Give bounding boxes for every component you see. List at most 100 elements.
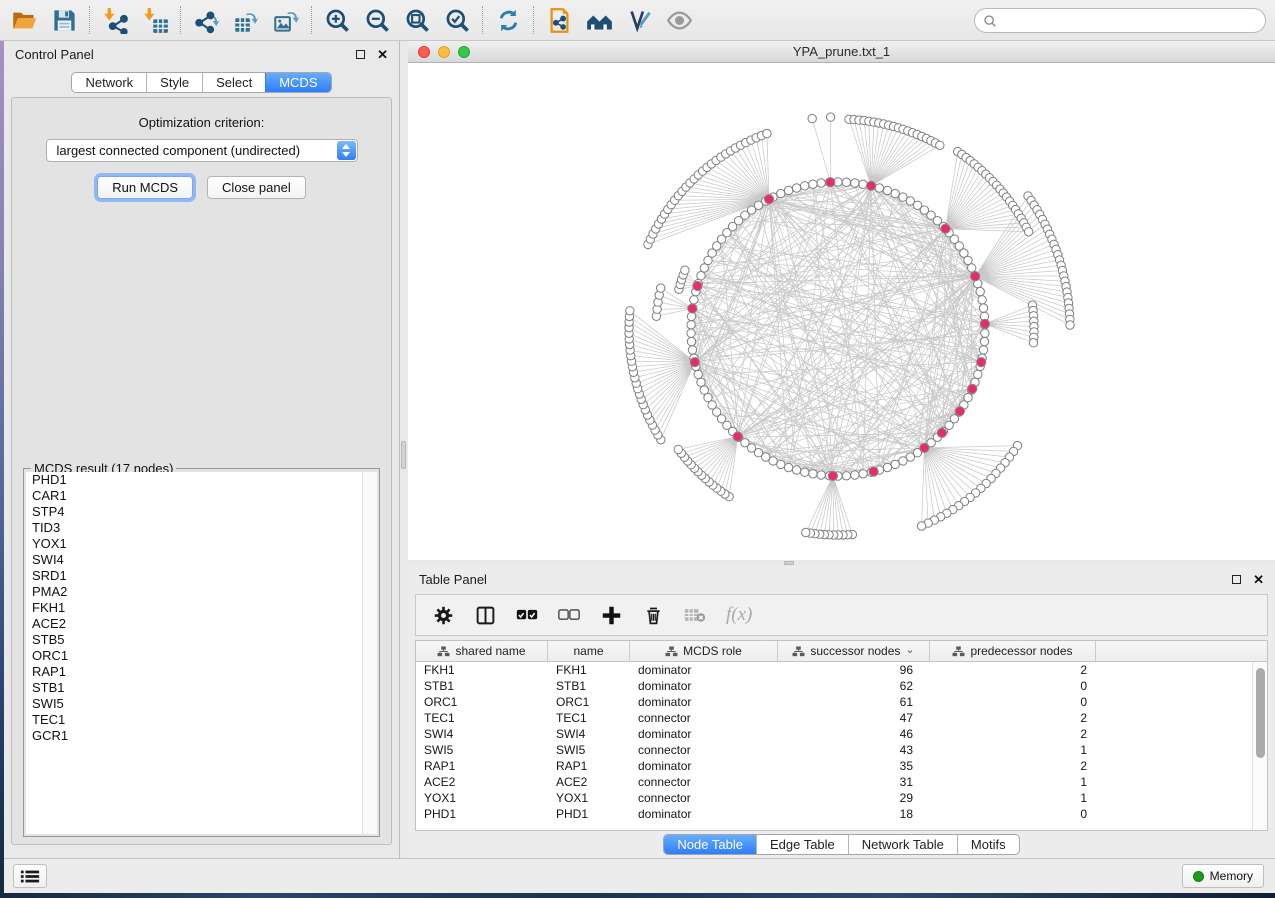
export-network-button[interactable]	[186, 3, 226, 37]
mcds-result-item[interactable]: SRD1	[26, 568, 362, 584]
network-hub-node[interactable]	[977, 358, 986, 367]
import-table-button[interactable]	[135, 3, 175, 37]
network-node[interactable]	[792, 466, 800, 474]
network-hub-node[interactable]	[826, 178, 835, 187]
mcds-result-item[interactable]: STP4	[26, 504, 362, 520]
network-node[interactable]	[979, 304, 987, 312]
float-panel-icon[interactable]	[356, 50, 365, 59]
import-network-button[interactable]	[95, 3, 135, 37]
mcds-result-item[interactable]: TEC1	[26, 712, 362, 728]
network-leaf-node[interactable]	[674, 445, 682, 453]
run-mcds-button[interactable]: Run MCDS	[97, 176, 193, 199]
mcds-result-item[interactable]: RAP1	[26, 664, 362, 680]
network-node[interactable]	[851, 179, 859, 187]
network-node[interactable]	[899, 457, 907, 465]
export-table-button[interactable]	[226, 3, 266, 37]
mcds-result-item[interactable]: GCR1	[26, 728, 362, 744]
open-file-button[interactable]	[4, 3, 44, 37]
network-node[interactable]	[859, 470, 867, 478]
network-node[interactable]	[883, 463, 891, 471]
network-node[interactable]	[851, 471, 859, 479]
network-hub-node[interactable]	[937, 428, 946, 437]
network-node[interactable]	[784, 463, 792, 471]
table-scrollbar[interactable]	[1252, 662, 1267, 830]
mcds-result-item[interactable]: YOX1	[26, 536, 362, 552]
network-leaf-node[interactable]	[936, 141, 944, 149]
mcds-result-item[interactable]: STB5	[26, 632, 362, 648]
vertical-splitter[interactable]	[400, 41, 408, 858]
table-tab-network-table[interactable]: Network Table	[848, 835, 957, 854]
table-row[interactable]: ACE2ACE2connector311	[416, 774, 1267, 790]
network-leaf-node[interactable]	[1025, 228, 1033, 236]
network-hub-node[interactable]	[869, 467, 878, 476]
network-node[interactable]	[875, 184, 883, 192]
table-settings-button[interactable]	[432, 604, 454, 626]
save-session-button[interactable]	[44, 3, 84, 37]
table-row[interactable]: PHD1PHD1dominator180	[416, 806, 1267, 822]
table-row[interactable]: ORC1ORC1dominator610	[416, 694, 1267, 710]
memory-button[interactable]: Memory	[1182, 864, 1264, 888]
column-header-shared-name[interactable]: shared name	[416, 641, 548, 661]
network-leaf-node[interactable]	[763, 129, 771, 137]
tab-select[interactable]: Select	[202, 73, 265, 92]
network-hub-node[interactable]	[688, 304, 697, 313]
network-leaf-node[interactable]	[1066, 321, 1074, 329]
network-node[interactable]	[777, 460, 785, 468]
tab-style[interactable]: Style	[146, 73, 202, 92]
table-row[interactable]: SWI4SWI4dominator462	[416, 726, 1267, 742]
network-node[interactable]	[801, 182, 809, 190]
column-header-MCDS-role[interactable]: MCDS role	[630, 641, 778, 661]
table-row[interactable]: TEC1TEC1connector472	[416, 710, 1267, 726]
network-node[interactable]	[809, 180, 817, 188]
search-box[interactable]	[974, 8, 1266, 33]
network-node[interactable]	[883, 186, 891, 194]
add-column-button[interactable]	[600, 604, 622, 626]
minimize-window-icon[interactable]	[438, 46, 450, 58]
table-tab-edge-table[interactable]: Edge Table	[756, 835, 848, 854]
mcds-result-item[interactable]: TID3	[26, 520, 362, 536]
mcds-result-item[interactable]: SWI4	[26, 552, 362, 568]
network-leaf-node[interactable]	[808, 114, 816, 122]
network-node[interactable]	[694, 370, 702, 378]
network-node[interactable]	[980, 337, 988, 345]
scrollbar-thumb[interactable]	[1256, 668, 1265, 758]
network-canvas[interactable]	[408, 63, 1275, 560]
network-node[interactable]	[817, 471, 825, 479]
column-header-successor-nodes[interactable]: successor nodes⌄	[778, 641, 930, 661]
float-panel-icon[interactable]	[1232, 575, 1241, 584]
network-node[interactable]	[817, 179, 825, 187]
network-hub-node[interactable]	[867, 181, 876, 190]
network-leaf-node[interactable]	[1029, 339, 1037, 347]
network-overview-button[interactable]	[579, 3, 619, 37]
splitter-grip[interactable]	[784, 561, 794, 565]
network-node[interactable]	[687, 329, 695, 337]
network-node[interactable]	[979, 346, 987, 354]
zoom-selected-button[interactable]	[437, 3, 477, 37]
network-node[interactable]	[688, 346, 696, 354]
refresh-button[interactable]	[488, 3, 528, 37]
show-column-panel-button[interactable]	[474, 604, 496, 626]
network-node[interactable]	[974, 370, 982, 378]
network-node[interactable]	[777, 189, 785, 197]
network-hub-node[interactable]	[971, 272, 980, 281]
mcds-result-item[interactable]: PHD1	[26, 472, 362, 488]
network-hub-node[interactable]	[941, 224, 950, 233]
zoom-fit-button[interactable]	[397, 3, 437, 37]
delete-table-button[interactable]	[684, 604, 706, 626]
network-node[interactable]	[687, 337, 695, 345]
mcds-result-item[interactable]: STB1	[26, 680, 362, 696]
network-node[interactable]	[842, 472, 850, 480]
network-node[interactable]	[697, 272, 705, 280]
network-node[interactable]	[978, 296, 986, 304]
network-node[interactable]	[859, 180, 867, 188]
new-network-from-file-button[interactable]	[539, 3, 579, 37]
network-leaf-node[interactable]	[657, 284, 665, 292]
network-node[interactable]	[700, 386, 708, 394]
splitter-grip[interactable]	[401, 441, 406, 469]
network-node[interactable]	[968, 264, 976, 272]
network-node[interactable]	[690, 296, 698, 304]
network-node[interactable]	[981, 329, 989, 337]
close-panel-icon[interactable]: ✕	[1253, 575, 1264, 584]
table-tab-motifs[interactable]: Motifs	[957, 835, 1019, 854]
network-node[interactable]	[687, 321, 695, 329]
